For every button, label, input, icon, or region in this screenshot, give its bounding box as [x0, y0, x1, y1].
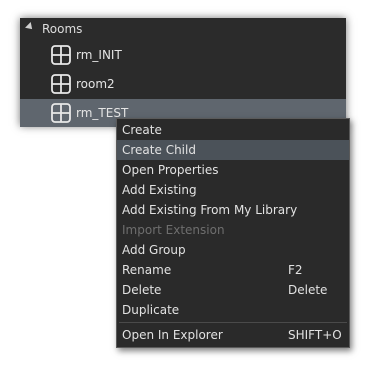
menu-item-shortcut: Delete	[288, 283, 328, 297]
menu-item-rename[interactable]: Rename F2	[117, 260, 349, 280]
menu-item-create[interactable]: Create	[117, 120, 349, 140]
menu-item-label: Duplicate	[122, 303, 180, 317]
tree-item-label: room2	[76, 77, 115, 91]
menu-item-add-existing[interactable]: Add Existing	[117, 180, 349, 200]
rooms-folder-row[interactable]: Rooms	[20, 18, 346, 40]
menu-item-shortcut: F2	[288, 263, 303, 277]
menu-item-delete[interactable]: Delete Delete	[117, 280, 349, 300]
menu-item-create-child[interactable]: Create Child	[117, 140, 349, 160]
menu-item-label: Create	[122, 123, 162, 137]
menu-item-label: Import Extension	[122, 223, 225, 237]
menu-item-import-extension: Import Extension	[117, 220, 349, 240]
menu-item-add-group[interactable]: Add Group	[117, 240, 349, 260]
tree-item-label: rm_INIT	[76, 48, 122, 62]
context-menu: Create Create Child Open Properties Add …	[116, 118, 350, 348]
menu-item-label: Delete	[122, 283, 162, 297]
room-grid-icon	[51, 45, 71, 65]
tree-item-rm-init[interactable]: rm_INIT	[20, 41, 346, 69]
menu-separator	[119, 322, 347, 323]
menu-item-label: Rename	[122, 263, 172, 277]
room-grid-icon	[51, 103, 71, 123]
screenshot-stage: Rooms rm_INIT room2 rm_TEST Create Creat…	[0, 0, 368, 366]
menu-item-open-in-explorer[interactable]: Open In Explorer SHIFT+O	[117, 325, 349, 345]
menu-item-label: Open In Explorer	[122, 328, 223, 342]
menu-item-duplicate[interactable]: Duplicate	[117, 300, 349, 320]
menu-item-add-existing-from-library[interactable]: Add Existing From My Library	[117, 200, 349, 220]
menu-item-open-properties[interactable]: Open Properties	[117, 160, 349, 180]
menu-item-label: Add Group	[122, 243, 186, 257]
menu-item-label: Create Child	[122, 143, 196, 157]
expand-triangle-icon[interactable]	[25, 22, 35, 32]
rooms-folder-label: Rooms	[42, 22, 83, 36]
menu-item-label: Add Existing From My Library	[122, 203, 298, 217]
menu-item-label: Add Existing	[122, 183, 197, 197]
menu-item-label: Open Properties	[122, 163, 219, 177]
tree-item-room2[interactable]: room2	[20, 70, 346, 98]
asset-tree-panel: Rooms rm_INIT room2 rm_TEST	[20, 18, 346, 127]
menu-item-shortcut: SHIFT+O	[288, 328, 342, 342]
room-grid-icon	[51, 74, 71, 94]
